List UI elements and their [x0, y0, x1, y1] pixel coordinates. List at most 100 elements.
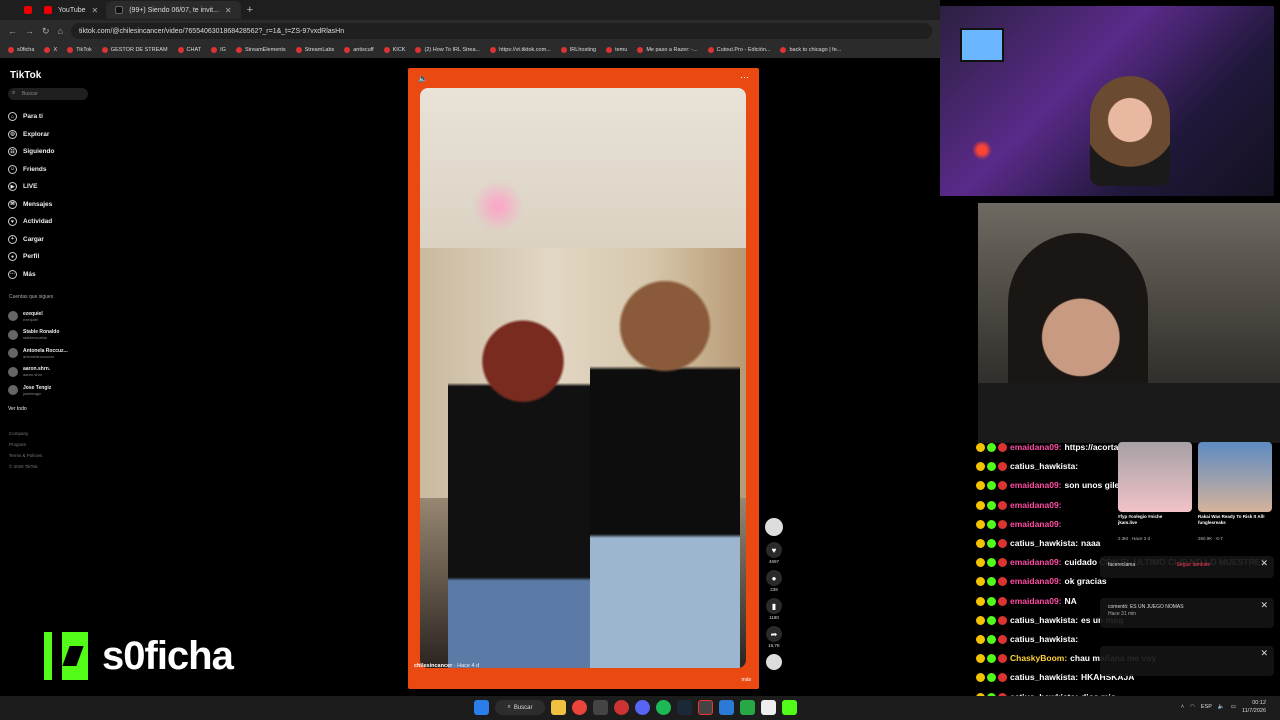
like-button[interactable]: ♥ 4697 — [764, 542, 784, 564]
discord-icon[interactable] — [635, 700, 650, 715]
following-account[interactable]: ezequiel ezequiel — [8, 307, 98, 326]
comment-notification-2[interactable]: ✕ — [1100, 646, 1274, 676]
video-thumbnail[interactable] — [1198, 442, 1272, 512]
following-account[interactable]: Antonela Roccuz... antonelaroccuzzo — [8, 344, 98, 363]
close-tab-icon[interactable]: ✕ — [225, 6, 232, 15]
sidebar-item-friends[interactable]: ☺ Friends — [8, 161, 98, 179]
search-input[interactable]: ⌕ Buscar — [8, 88, 88, 100]
comment-button[interactable]: ● 239 — [764, 570, 784, 592]
forward-icon[interactable]: → — [25, 26, 34, 36]
video-more-link[interactable]: más — [742, 677, 751, 683]
bookmark-item[interactable]: Me paso a Razer: -... — [637, 47, 698, 53]
opera-icon[interactable] — [614, 700, 629, 715]
bookmark-item[interactable]: KICK — [383, 47, 405, 53]
video-author[interactable]: chilesincancer · Hace 4 d — [414, 663, 479, 669]
chat-username[interactable]: emaidana09: — [1010, 496, 1062, 515]
back-icon[interactable]: ← — [8, 26, 17, 36]
kick-icon[interactable] — [782, 700, 797, 715]
folder-icon[interactable] — [551, 700, 566, 715]
chat-username[interactable]: emaidana09: — [1010, 592, 1062, 611]
bookmark-item[interactable]: GESTOR DE STREAM — [101, 47, 168, 53]
following-account[interactable]: Jose Tengiz josetengiz — [8, 381, 98, 400]
start-icon[interactable] — [474, 700, 489, 715]
sidebar-item-mensajes[interactable]: ✉ Mensajes — [8, 196, 98, 214]
notion-icon[interactable] — [761, 700, 776, 715]
clock[interactable]: 00:12 11/7/2026 — [1242, 699, 1266, 715]
close-icon[interactable]: ✕ — [1260, 558, 1268, 569]
close-tab-icon[interactable]: ✕ — [92, 6, 99, 15]
bookmark-item[interactable]: https://vt.tiktok.com... — [490, 47, 551, 53]
chat-username[interactable]: emaidana09: — [1010, 438, 1062, 457]
follow-notification[interactable]: facereclama Seguir también ✕ — [1100, 556, 1274, 578]
bookmark-item[interactable]: TikTok — [67, 47, 92, 53]
footer-link[interactable]: Terms & Policies — [9, 450, 42, 461]
video-player[interactable]: 🔈 ⋯ chilesincancer · Hace 4 d más — [408, 68, 759, 689]
chat-username[interactable]: emaidana09: — [1010, 476, 1062, 495]
app-icon[interactable] — [740, 700, 755, 715]
video-thumbnail[interactable] — [1118, 442, 1192, 512]
new-tab-button[interactable]: + — [241, 4, 259, 16]
app-icon[interactable] — [593, 700, 608, 715]
save-button[interactable]: ▮ 1180 — [764, 598, 784, 620]
sidebar-item-explorar[interactable]: ◎ Explorar — [8, 126, 98, 144]
lang-indicator[interactable]: ESP — [1201, 704, 1212, 710]
more-options-icon[interactable]: ⋯ — [740, 72, 749, 83]
sound-disc-icon[interactable] — [766, 654, 782, 670]
reload-icon[interactable]: ↻ — [42, 26, 50, 37]
wifi-icon[interactable]: ◠ — [1190, 704, 1195, 710]
bookmark-item[interactable]: IRLhosting — [560, 47, 596, 53]
sidebar-item-actividad[interactable]: ♥ Actividad — [8, 213, 98, 231]
sidebar-item-live[interactable]: ▶ LIVE — [8, 178, 98, 196]
author-avatar[interactable] — [765, 518, 783, 536]
sidebar-item-perfil[interactable]: ● Perfil — [8, 248, 98, 266]
bookmark-item[interactable]: CHAT — [177, 47, 201, 53]
tiktok-logo[interactable]: TikTok — [10, 70, 41, 81]
tab-youtube[interactable]: YouTube ✕ — [36, 1, 108, 19]
footer-link[interactable]: Program — [9, 439, 42, 450]
bookmark-item[interactable]: Cutout.Pro - Edición... — [707, 47, 770, 53]
share-button[interactable]: ➦ 16,7K — [764, 626, 784, 648]
sidebar-item-siguiendo[interactable]: ☷ Siguiendo — [8, 143, 98, 161]
sidebar-item-para-ti[interactable]: ⌂ Para ti — [8, 108, 98, 126]
follow-back-link[interactable]: Seguir también — [1177, 562, 1211, 568]
bookmark-item[interactable]: IG — [211, 47, 226, 53]
chat-username[interactable]: catius_hawkista: — [1010, 534, 1078, 553]
chevron-up-icon[interactable]: ˄ — [1181, 704, 1184, 710]
bookmark-item[interactable]: back to chicago | fe... — [780, 47, 841, 53]
chat-username[interactable]: ChaskyBoom: — [1010, 649, 1067, 668]
bookmark-item[interactable]: antiscuff — [344, 47, 374, 53]
url-bar[interactable]: tiktok.com/@chilesincancer/video/7655406… — [70, 23, 932, 39]
following-account[interactable]: Stable Ronaldo stableronaldo — [8, 326, 98, 345]
video-frame[interactable] — [420, 88, 746, 668]
chat-username[interactable]: catius_hawkista: — [1010, 630, 1078, 649]
bookmark-item[interactable]: StreamLabs — [295, 47, 334, 53]
bookmark-item[interactable]: temu — [606, 47, 627, 53]
home-icon[interactable]: ⌂ — [58, 26, 63, 36]
tab-tiktok[interactable]: (99+) Siendo 06/07, te invit... ✕ — [107, 1, 241, 19]
following-account[interactable]: aaron.shrn. aaron.shrn — [8, 363, 98, 382]
spotify-icon[interactable] — [656, 700, 671, 715]
bookmark-item[interactable]: X — [44, 47, 57, 53]
volume-icon[interactable]: 🔈 — [418, 74, 428, 83]
steam-icon[interactable] — [677, 700, 692, 715]
obs-icon[interactable] — [698, 700, 713, 715]
chat-username[interactable]: catius_hawkista: — [1010, 611, 1078, 630]
see-all-link[interactable]: Ver todo — [8, 400, 98, 419]
volume-icon[interactable]: 🔈 — [1218, 704, 1225, 710]
comment-notification[interactable]: comentó: ES UN JUEGO NOMAS Hace 31 min ✕ — [1100, 598, 1274, 628]
chrome-icon[interactable] — [572, 700, 587, 715]
close-icon[interactable]: ✕ — [1260, 648, 1268, 659]
chat-username[interactable]: emaidana09: — [1010, 572, 1062, 591]
close-icon[interactable]: ✕ — [1260, 600, 1268, 611]
taskbar-search[interactable]: ⌕ Buscar — [495, 700, 545, 715]
chat-username[interactable]: catius_hawkista: — [1010, 668, 1078, 687]
chat-username[interactable]: emaidana09: — [1010, 553, 1062, 572]
bookmark-item[interactable]: s0ficha — [8, 47, 34, 53]
footer-link[interactable]: © 2026 TikTok — [9, 461, 42, 472]
sidebar-item-más[interactable]: ⋯ Más — [8, 266, 98, 284]
sidebar-item-cargar[interactable]: + Cargar — [8, 231, 98, 249]
bookmark-item[interactable]: StreamElements — [235, 47, 286, 53]
battery-icon[interactable]: ▭ — [1231, 704, 1236, 710]
vscode-icon[interactable] — [719, 700, 734, 715]
chat-username[interactable]: catius_hawkista: — [1010, 457, 1078, 476]
